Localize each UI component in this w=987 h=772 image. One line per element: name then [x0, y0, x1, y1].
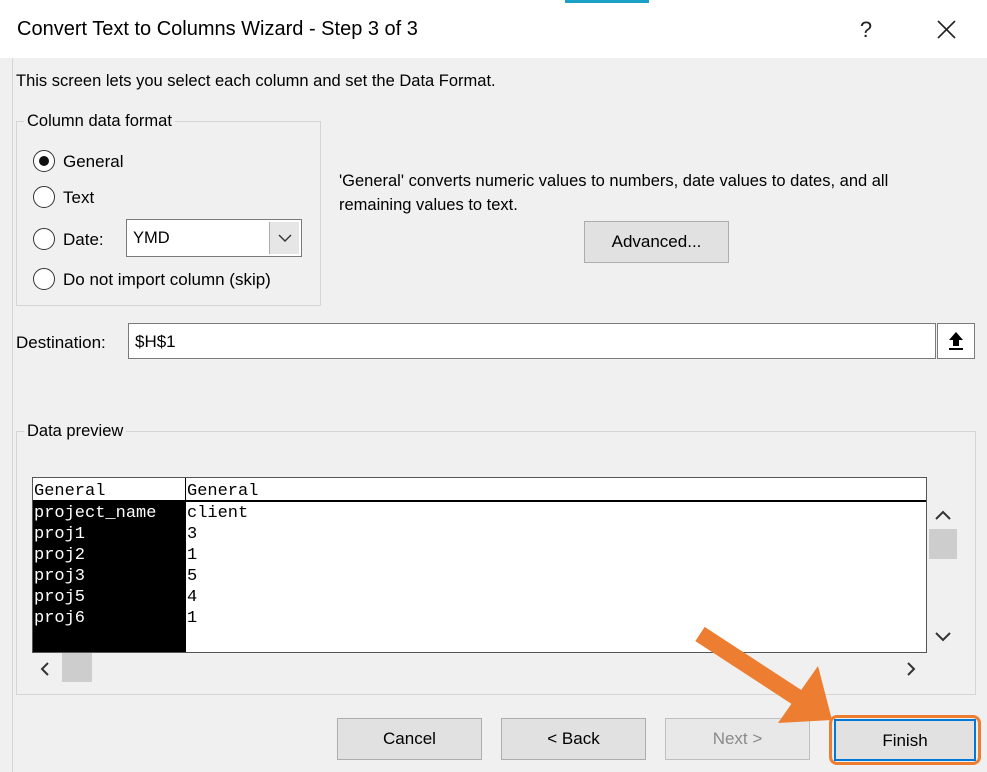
radio-selected-dot [39, 156, 49, 166]
upload-arrow-icon [949, 332, 963, 350]
preview-cell: project_name [34, 504, 157, 523]
date-format-dropdown-button[interactable] [269, 222, 299, 254]
column-data-format-label: Column data format [24, 112, 175, 131]
preview-cell: proj5 [34, 588, 86, 607]
close-icon [937, 20, 956, 39]
wizard-description: This screen lets you select each column … [16, 72, 496, 90]
preview-cell: 5 [187, 567, 198, 586]
back-button[interactable]: < Back [501, 718, 646, 760]
preview-header-col1[interactable]: General [34, 481, 105, 502]
date-format-value: YMD [133, 229, 170, 247]
preview-vertical-scrollbar[interactable] [928, 500, 957, 653]
close-button[interactable] [924, 12, 968, 48]
radio-date[interactable] [33, 228, 55, 250]
advanced-button[interactable]: Advanced... [584, 221, 729, 263]
collapse-dialog-button[interactable] [937, 323, 975, 359]
cancel-button[interactable]: Cancel [337, 718, 482, 760]
window-left-edge [0, 58, 13, 772]
chevron-down-icon [278, 234, 292, 242]
preview-column-1-selected[interactable]: project_name proj1 proj2 proj3 proj5 pro… [33, 500, 186, 652]
radio-general[interactable] [33, 150, 55, 172]
radio-skip-label[interactable]: Do not import column (skip) [63, 270, 271, 290]
scroll-up-icon[interactable] [932, 508, 954, 522]
radio-text[interactable] [33, 186, 55, 208]
title-bar: Convert Text to Columns Wizard - Step 3 … [0, 0, 987, 58]
destination-input[interactable]: $H$1 [128, 323, 936, 359]
destination-value: $H$1 [135, 332, 176, 351]
window-title: Convert Text to Columns Wizard - Step 3 … [17, 18, 418, 40]
preview-header-col2[interactable]: General [187, 481, 258, 502]
finish-highlight-box [829, 715, 981, 765]
radio-general-label[interactable]: General [63, 152, 123, 172]
scroll-left-icon[interactable] [38, 661, 52, 677]
preview-cell: 4 [187, 588, 198, 607]
radio-date-label[interactable]: Date: [63, 230, 104, 250]
destination-label: Destination: [16, 333, 106, 352]
data-preview-label: Data preview [24, 422, 127, 441]
radio-text-label[interactable]: Text [63, 188, 94, 208]
help-button[interactable]: ? [848, 12, 884, 48]
horizontal-scroll-thumb[interactable] [62, 653, 92, 682]
preview-header-row: General General [33, 478, 926, 502]
preview-cell: proj2 [34, 546, 86, 565]
preview-cell: client [187, 504, 249, 523]
preview-cell: 1 [187, 609, 198, 628]
scroll-right-icon[interactable] [904, 661, 918, 677]
preview-cell: proj6 [34, 609, 86, 628]
scroll-down-icon[interactable] [932, 630, 954, 644]
title-accent-line [565, 0, 649, 3]
preview-column-separator [185, 478, 186, 652]
preview-cell: 1 [187, 546, 198, 565]
preview-cell: proj3 [34, 567, 86, 586]
date-format-select[interactable]: YMD [126, 219, 302, 257]
format-info-text: 'General' converts numeric values to num… [339, 172, 889, 214]
preview-cell: proj1 [34, 525, 86, 544]
preview-cell: 3 [187, 525, 198, 544]
radio-skip[interactable] [33, 268, 55, 290]
vertical-scroll-thumb[interactable] [929, 529, 957, 559]
orange-pointer-arrow-icon [695, 626, 832, 723]
